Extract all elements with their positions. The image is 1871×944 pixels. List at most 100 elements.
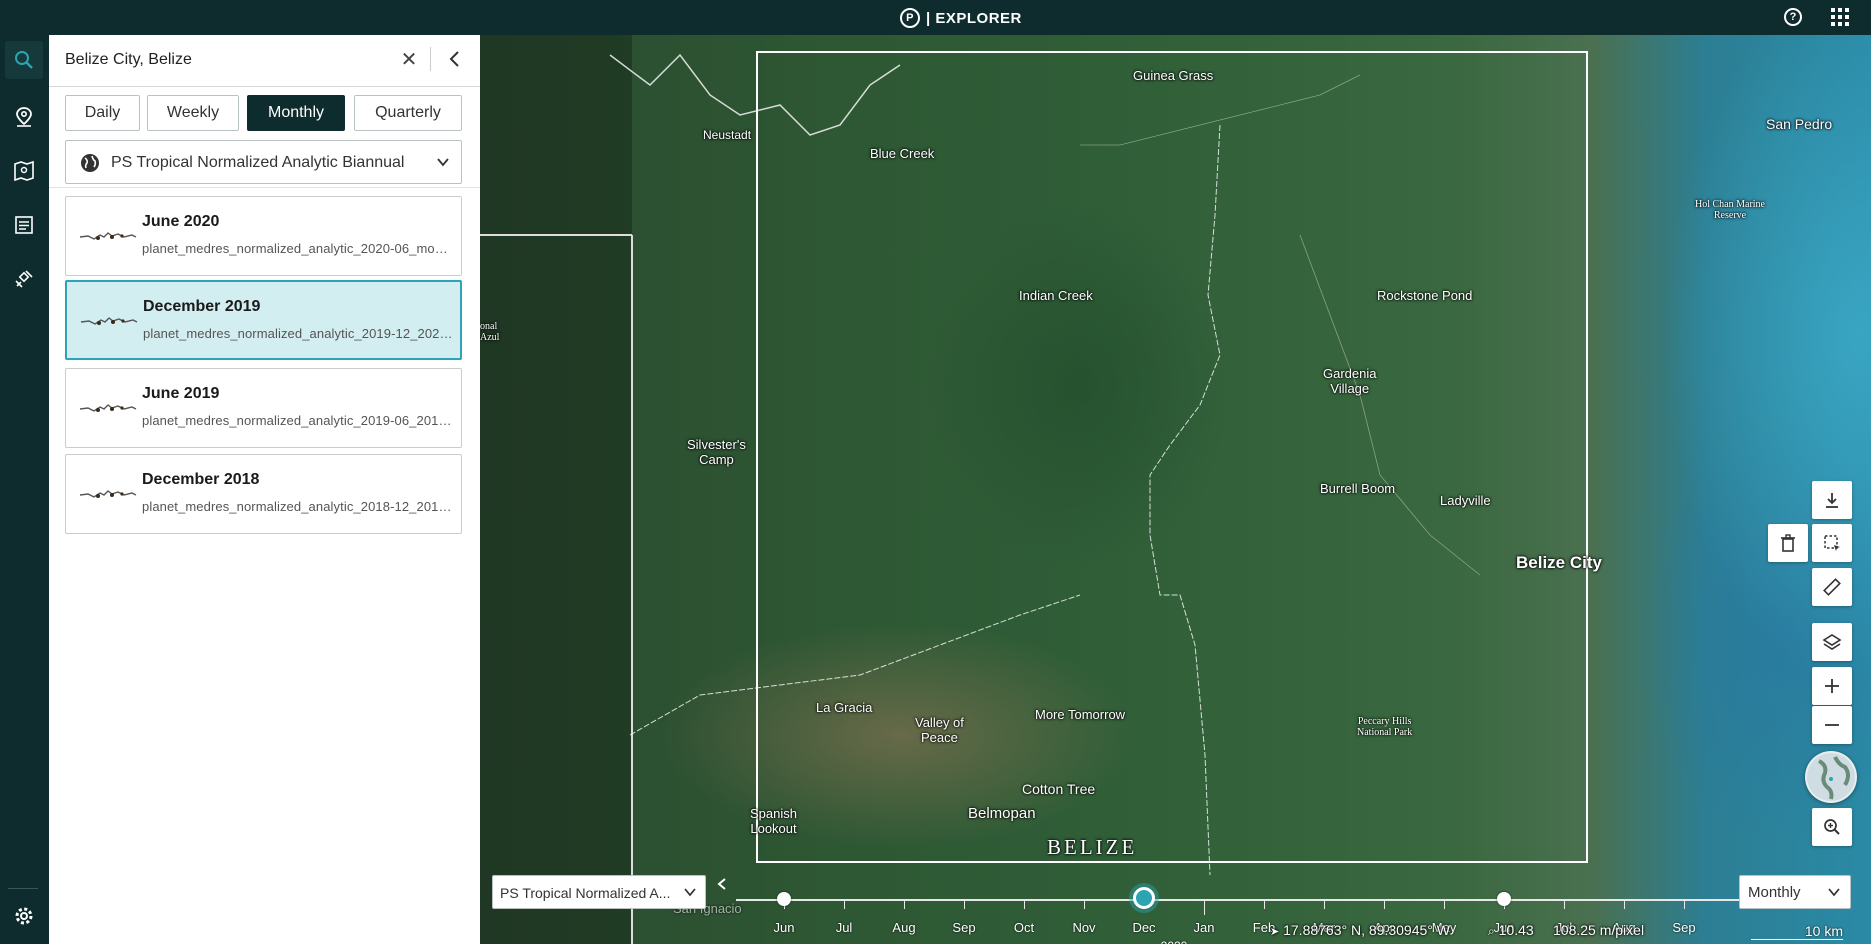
timeline-year: 2020	[1152, 939, 1196, 944]
chevron-left-icon[interactable]	[715, 877, 729, 891]
mosaic-thumbnail	[79, 490, 137, 498]
timeline-month: Oct	[1013, 920, 1035, 935]
place-label: Blue Creek	[870, 146, 935, 161]
timeline-series-label: PS Tropical Normalized A...	[500, 885, 671, 901]
map-pin-icon[interactable]	[5, 98, 43, 136]
mosaic-thumbnail	[80, 317, 138, 325]
list-item[interactable]: June 2019 planet_medres_normalized_analy…	[65, 368, 462, 448]
timeline-tick	[1264, 901, 1265, 909]
top-bar: P | EXPLORER ?	[0, 0, 1871, 35]
place-label: San Pedro	[1766, 116, 1833, 132]
timeline-tick	[1384, 901, 1385, 909]
zoom-out-icon[interactable]	[1812, 706, 1852, 744]
area-of-interest-box[interactable]	[756, 51, 1588, 863]
place-label: Indian Creek	[1019, 288, 1093, 303]
chevron-left-icon[interactable]	[444, 48, 466, 70]
place-label: Guinea Grass	[1133, 68, 1214, 83]
mosaic-thumbnail	[79, 404, 137, 412]
rail-divider	[8, 888, 38, 889]
search-icon[interactable]	[5, 41, 43, 79]
layers-icon[interactable]	[1812, 623, 1852, 661]
timeline-marker-active[interactable]	[1133, 887, 1155, 909]
timeline-tick	[1624, 901, 1625, 909]
place-label: Cotton Tree	[1022, 781, 1096, 797]
globe-icon	[81, 154, 99, 172]
scale-bar: 10 km	[1751, 923, 1843, 940]
magnifier-icon: ⌕	[1488, 924, 1495, 938]
planet-logo-icon: P	[900, 8, 920, 28]
list-item[interactable]: December 2018 planet_medres_normalized_a…	[65, 454, 462, 534]
gear-icon[interactable]	[5, 897, 43, 935]
download-icon[interactable]	[1812, 481, 1852, 519]
zoom-readout: ⌕ 10.43	[1488, 922, 1534, 939]
place-label: Neustadt	[703, 128, 752, 142]
tab-weekly[interactable]: Weekly	[147, 95, 239, 131]
chevron-down-icon	[437, 158, 449, 167]
place-label: More Tomorrow	[1035, 707, 1126, 722]
grid-apps-icon[interactable]	[1831, 8, 1849, 26]
ruler-icon[interactable]	[1812, 568, 1852, 606]
timeline: PS Tropical Normalized A... Jun Jul Aug …	[480, 863, 1871, 944]
location-arrow-icon: ➤	[1270, 926, 1280, 938]
search-divider	[430, 47, 431, 71]
map-area-icon[interactable]	[5, 152, 43, 190]
timeline-marker[interactable]	[777, 892, 791, 906]
panel-divider	[49, 187, 480, 188]
place-label: Ladyville	[1440, 493, 1491, 508]
place-label: Gardenia Village	[1323, 366, 1377, 396]
mosaic-series-select[interactable]: PS Tropical Normalized Analytic Biannual	[65, 140, 462, 184]
timeline-track[interactable]	[736, 899, 1771, 901]
timeline-tick	[1684, 901, 1685, 909]
select-area-icon[interactable]	[1812, 524, 1852, 562]
map-view[interactable]: Guinea Grass San Pedro Neustadt Blue Cre…	[480, 35, 1871, 944]
trash-icon[interactable]	[1768, 524, 1808, 562]
place-label: onal Azul	[480, 321, 500, 343]
app-brand[interactable]: P | EXPLORER	[900, 6, 1022, 30]
timeline-tick	[1204, 901, 1205, 915]
zoom-level: 10.43	[1498, 922, 1534, 938]
list-item-subtitle: planet_medres_normalized_analytic_2019-1…	[143, 326, 453, 341]
tab-monthly[interactable]: Monthly	[247, 95, 345, 131]
tab-daily[interactable]: Daily	[65, 95, 140, 131]
orders-list-icon[interactable]	[5, 206, 43, 244]
timeline-month: Dec	[1132, 920, 1156, 935]
timeline-month: Nov	[1072, 920, 1096, 935]
mosaic-thumbnail	[79, 232, 137, 240]
timeline-tick	[1564, 901, 1565, 909]
satellite-icon[interactable]	[5, 260, 43, 298]
place-label: Peccary Hills National Park	[1357, 716, 1413, 738]
cadence-select[interactable]: Monthly	[1739, 875, 1851, 909]
app-title: | EXPLORER	[926, 9, 1022, 27]
list-item-title: June 2020	[142, 213, 220, 230]
timeline-month: Jan	[1193, 920, 1215, 935]
timeline-month: Jul	[835, 920, 853, 935]
timeline-marker[interactable]	[1497, 892, 1511, 906]
place-label: Hol Chan Marine Reserve	[1695, 199, 1765, 221]
timeline-month: Sep	[952, 920, 976, 935]
place-label: Belize City	[1516, 553, 1602, 572]
timeline-tick	[1084, 901, 1085, 909]
mosaic-series-label: PS Tropical Normalized Analytic Biannual	[111, 154, 405, 171]
cadence-select-label: Monthly	[1748, 884, 1801, 901]
chevron-down-icon	[684, 888, 696, 897]
place-label: La Gracia	[816, 700, 873, 715]
timeline-series-select[interactable]: PS Tropical Normalized A...	[492, 875, 706, 909]
close-icon[interactable]: ✕	[399, 50, 419, 70]
timeline-tick	[844, 901, 845, 909]
timeline-month: Sep	[1672, 920, 1696, 935]
zoom-in-icon[interactable]	[1812, 667, 1852, 705]
globe-icon[interactable]	[1805, 751, 1857, 803]
chevron-down-icon	[1828, 888, 1840, 897]
timeline-tick	[904, 901, 905, 909]
list-item[interactable]: June 2020 planet_medres_normalized_analy…	[65, 196, 462, 276]
side-rail	[0, 35, 49, 944]
list-item[interactable]: December 2019 planet_medres_normalized_a…	[65, 280, 462, 360]
search-input[interactable]: Belize City, Belize	[65, 51, 192, 69]
resolution-readout: 108.25 m/pixel	[1553, 922, 1645, 938]
timeline-tick	[964, 901, 965, 909]
tab-quarterly[interactable]: Quarterly	[354, 95, 462, 131]
list-item-subtitle: planet_medres_normalized_analytic_2018-1…	[142, 499, 452, 514]
place-label: Burrell Boom	[1320, 481, 1396, 496]
help-circle-icon[interactable]: ?	[1784, 8, 1802, 26]
zoom-search-icon[interactable]	[1812, 808, 1852, 846]
